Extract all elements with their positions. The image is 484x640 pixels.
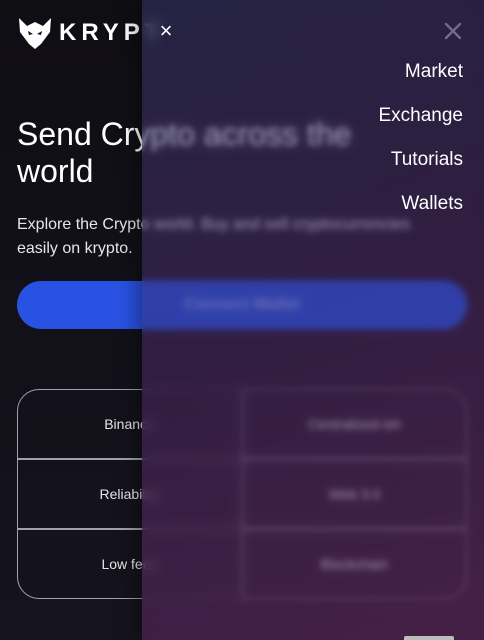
side-menu-drawer: Send Crypto across the world Explore the… [142,0,484,640]
menu-item-exchange[interactable]: Exchange [378,100,463,144]
scrollbar-thumb[interactable] [404,636,454,640]
nav-menu: Market Exchange Tutorials Wallets [378,56,463,232]
blurred-feature-cell: Centralized-ish [242,389,467,459]
blurred-connect-button: Connect Wallet [142,281,467,329]
close-icon[interactable] [442,20,464,42]
blurred-feature-cell: Blockchain [242,529,467,599]
menu-item-market[interactable]: Market [378,56,463,100]
menu-item-tutorials[interactable]: Tutorials [378,144,463,188]
blurred-hero-title: Send Crypto across the world [142,116,352,152]
fox-logo-icon[interactable] [17,16,53,50]
blurred-feature-cell: Web 3.0 [242,459,467,529]
menu-item-wallets[interactable]: Wallets [378,188,463,232]
blurred-features-grid: Binance Centralized-ish Reliability Web … [142,389,467,599]
close-menu-button[interactable]: × [155,19,177,43]
